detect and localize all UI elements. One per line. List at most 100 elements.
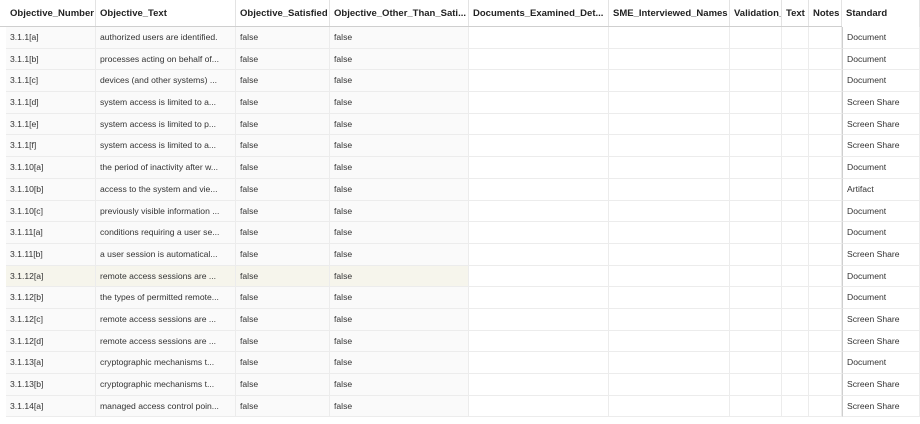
table-row[interactable]: 3.1.10[a] the period of inactivity after …: [0, 157, 920, 179]
cell-objective-number[interactable]: 3.1.10[b]: [6, 178, 96, 201]
cell-objective-text[interactable]: previously visible information ...: [96, 200, 236, 223]
cell-sme-interviewed-names[interactable]: [609, 265, 730, 288]
cell-objective-satisfied[interactable]: false: [236, 157, 330, 179]
cell-sme-interviewed-names[interactable]: [609, 374, 730, 396]
cell-validation[interactable]: [730, 200, 782, 223]
table-row[interactable]: 3.1.13[b] cryptographic mechanisms t... fa…: [0, 374, 920, 396]
cell-notes[interactable]: [809, 70, 842, 93]
cell-sme-interviewed-names[interactable]: [609, 135, 730, 158]
cell-documents-examined[interactable]: [469, 395, 609, 418]
cell-objective-other-than-satisfied[interactable]: false: [330, 48, 469, 71]
cell-text[interactable]: [782, 330, 809, 353]
cell-objective-number[interactable]: 3.1.12[d]: [6, 330, 96, 353]
cell-standard[interactable]: Document: [842, 287, 920, 309]
cell-documents-examined[interactable]: [469, 113, 609, 136]
cell-objective-satisfied[interactable]: false: [236, 178, 330, 201]
column-header-documents-examined[interactable]: Documents_Examined_Det...: [469, 0, 609, 27]
cell-documents-examined[interactable]: [469, 308, 609, 331]
cell-documents-examined[interactable]: [469, 222, 609, 244]
table-row[interactable]: 3.1.1[d] system access is limited to a...…: [0, 92, 920, 114]
column-header-notes[interactable]: Notes: [809, 0, 842, 27]
cell-objective-text[interactable]: the period of inactivity after w...: [96, 157, 236, 179]
table-row[interactable]: 3.1.14[a] managed access control poin... f…: [0, 395, 920, 418]
cell-notes[interactable]: [809, 200, 842, 223]
cell-objective-text[interactable]: cryptographic mechanisms t...: [96, 374, 236, 396]
cell-sme-interviewed-names[interactable]: [609, 395, 730, 418]
cell-sme-interviewed-names[interactable]: [609, 48, 730, 71]
cell-validation[interactable]: [730, 178, 782, 201]
table-row[interactable]: 3.1.10[b] access to the system and vie...…: [0, 178, 920, 201]
cell-validation[interactable]: [730, 287, 782, 309]
cell-text[interactable]: [782, 113, 809, 136]
cell-objective-satisfied[interactable]: false: [236, 395, 330, 418]
cell-objective-number[interactable]: 3.1.12[c]: [6, 308, 96, 331]
cell-objective-number[interactable]: 3.1.13[b]: [6, 374, 96, 396]
cell-objective-satisfied[interactable]: false: [236, 48, 330, 71]
cell-objective-other-than-satisfied[interactable]: false: [330, 200, 469, 223]
cell-objective-number[interactable]: 3.1.11[a]: [6, 222, 96, 244]
table-row[interactable]: 3.1.1[e] system access is limited to p...…: [0, 113, 920, 136]
cell-text[interactable]: [782, 222, 809, 244]
cell-objective-satisfied[interactable]: false: [236, 92, 330, 114]
table-row[interactable]: 3.1.12[b] the types of permitted remote..…: [0, 287, 920, 309]
cell-objective-text[interactable]: authorized users are identified.: [96, 27, 236, 49]
cell-objective-satisfied[interactable]: false: [236, 200, 330, 223]
cell-documents-examined[interactable]: [469, 178, 609, 201]
cell-standard[interactable]: Screen Share: [842, 395, 920, 418]
column-header-objective-number[interactable]: Objective_Number: [6, 0, 96, 27]
column-header-text[interactable]: Text: [782, 0, 809, 27]
cell-validation[interactable]: [730, 48, 782, 71]
cell-objective-text[interactable]: system access is limited to a...: [96, 135, 236, 158]
cell-standard[interactable]: Screen Share: [842, 113, 920, 136]
cell-documents-examined[interactable]: [469, 287, 609, 309]
cell-validation[interactable]: [730, 243, 782, 266]
cell-objective-number[interactable]: 3.1.1[a]: [6, 27, 96, 49]
cell-objective-text[interactable]: cryptographic mechanisms t...: [96, 352, 236, 374]
cell-objective-number[interactable]: 3.1.13[a]: [6, 352, 96, 374]
cell-standard[interactable]: Screen Share: [842, 92, 920, 114]
cell-text[interactable]: [782, 395, 809, 418]
cell-objective-other-than-satisfied[interactable]: false: [330, 92, 469, 114]
cell-objective-satisfied[interactable]: false: [236, 308, 330, 331]
cell-notes[interactable]: [809, 48, 842, 71]
cell-documents-examined[interactable]: [469, 157, 609, 179]
cell-objective-satisfied[interactable]: false: [236, 113, 330, 136]
cell-objective-other-than-satisfied[interactable]: false: [330, 352, 469, 374]
cell-standard[interactable]: Document: [842, 352, 920, 374]
cell-objective-other-than-satisfied[interactable]: false: [330, 113, 469, 136]
column-header-objective-text[interactable]: Objective_Text: [96, 0, 236, 27]
cell-sme-interviewed-names[interactable]: [609, 200, 730, 223]
cell-documents-examined[interactable]: [469, 352, 609, 374]
cell-sme-interviewed-names[interactable]: [609, 70, 730, 93]
cell-objective-other-than-satisfied[interactable]: false: [330, 308, 469, 331]
cell-text[interactable]: [782, 287, 809, 309]
cell-sme-interviewed-names[interactable]: [609, 330, 730, 353]
cell-text[interactable]: [782, 70, 809, 93]
cell-objective-other-than-satisfied[interactable]: false: [330, 265, 469, 288]
cell-validation[interactable]: [730, 70, 782, 93]
cell-validation[interactable]: [730, 113, 782, 136]
cell-standard[interactable]: Screen Share: [842, 243, 920, 266]
cell-documents-examined[interactable]: [469, 374, 609, 396]
table-row[interactable]: 3.1.1[c] devices (and other systems) ... f…: [0, 70, 920, 93]
cell-objective-text[interactable]: processes acting on behalf of...: [96, 48, 236, 71]
cell-documents-examined[interactable]: [469, 70, 609, 93]
cell-objective-satisfied[interactable]: false: [236, 135, 330, 158]
table-row[interactable]: 3.1.11[b] a user session is automatical..…: [0, 243, 920, 266]
cell-notes[interactable]: [809, 395, 842, 418]
cell-notes[interactable]: [809, 135, 842, 158]
column-header-objective-satisfied[interactable]: Objective_Satisfied: [236, 0, 330, 27]
cell-notes[interactable]: [809, 352, 842, 374]
cell-sme-interviewed-names[interactable]: [609, 352, 730, 374]
cell-objective-number[interactable]: 3.1.1[e]: [6, 113, 96, 136]
cell-validation[interactable]: [730, 265, 782, 288]
cell-objective-other-than-satisfied[interactable]: false: [330, 243, 469, 266]
column-header-sme-interviewed-names[interactable]: SME_Interviewed_Names: [609, 0, 730, 27]
cell-sme-interviewed-names[interactable]: [609, 157, 730, 179]
cell-documents-examined[interactable]: [469, 330, 609, 353]
cell-objective-number[interactable]: 3.1.1[b]: [6, 48, 96, 71]
cell-objective-number[interactable]: 3.1.14[a]: [6, 395, 96, 418]
cell-standard[interactable]: Document: [842, 200, 920, 223]
cell-notes[interactable]: [809, 330, 842, 353]
cell-standard[interactable]: Screen Share: [842, 374, 920, 396]
